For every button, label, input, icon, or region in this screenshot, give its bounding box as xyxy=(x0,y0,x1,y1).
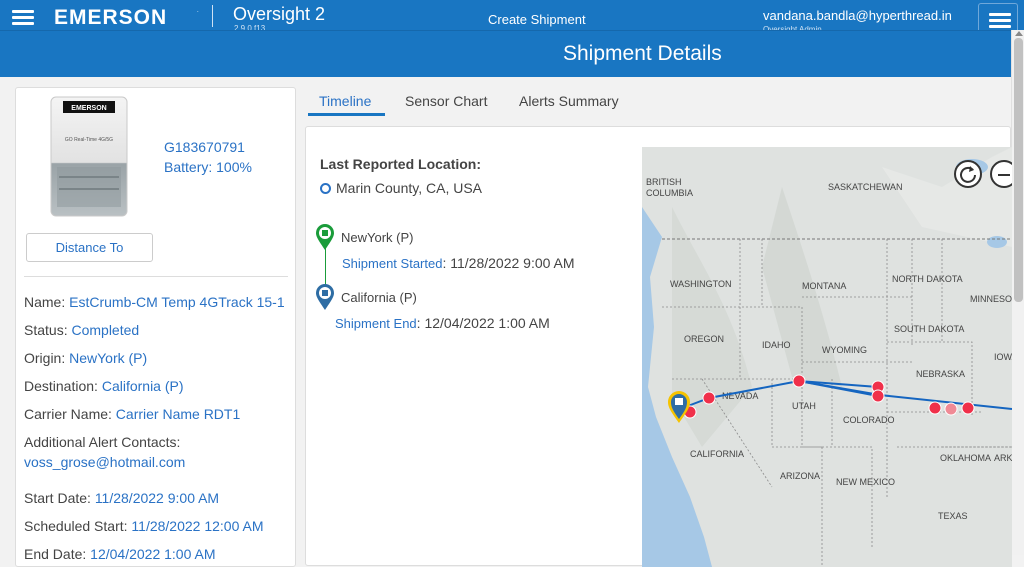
timeline-origin-place: NewYork (P) xyxy=(341,230,414,245)
create-shipment-link[interactable]: Create Shipment xyxy=(488,12,586,27)
brand-logo: EMERSON xyxy=(54,6,168,29)
map-canvas[interactable]: BRITISH COLUMBIASASKATCHEWANWASHINGTON MON… xyxy=(642,147,1012,567)
user-email[interactable]: vandana.bandla@hyperthread.in xyxy=(763,8,952,23)
app-name: Oversight 2 xyxy=(233,4,326,24)
refresh-icon[interactable] xyxy=(954,160,982,188)
detail-tabs: Timeline Sensor Chart Alerts Summary xyxy=(305,87,1011,119)
map-label-colorado: COLORADO xyxy=(843,415,895,425)
device-panel: EMERSON GO Real-Time 4G/5G G183670791 Ba… xyxy=(15,87,296,567)
last-location-value: Marin County, CA, USA xyxy=(336,180,483,196)
detail-row: Origin: NewYork (P) xyxy=(24,350,147,366)
detail-row: Name: EstCrumb-CM Temp 4GTrack 15-1 xyxy=(24,294,285,310)
map-label-nebraska: NEBRASKA xyxy=(916,369,965,379)
location-circle-icon xyxy=(320,183,331,194)
active-tab-indicator xyxy=(308,113,385,116)
detail-value: 11/28/2022 12:00 AM xyxy=(131,518,264,534)
tab-sensor-chart[interactable]: Sensor Chart xyxy=(405,93,487,109)
detail-row: Status: Completed xyxy=(24,322,139,338)
detail-row: Start Date: 11/28/2022 9:00 AM xyxy=(24,490,219,506)
map-label-utah: UTAH xyxy=(792,401,816,411)
detail-row: Scheduled Start: 11/28/2022 12:00 AM xyxy=(24,518,263,534)
detail-alert-contacts-label: Additional Alert Contacts: xyxy=(24,434,181,450)
map-label-iowa: IOWA xyxy=(994,352,1012,362)
scroll-up-icon[interactable] xyxy=(1015,31,1023,36)
detail-label: Status: xyxy=(24,322,72,338)
event-value: : 11/28/2022 9:00 AM xyxy=(442,255,575,271)
tab-timeline[interactable]: Timeline xyxy=(319,93,371,109)
page-header: Shipment Details xyxy=(0,30,1011,77)
map-label-oregon: OREGON xyxy=(684,334,724,344)
detail-value: 12/04/2022 1:00 AM xyxy=(90,546,216,562)
shipment-map[interactable]: BRITISH COLUMBIA SASKATCHEWAN WASHINGTON MON… xyxy=(642,147,1012,567)
map-label-california: CALIFORNIA xyxy=(690,449,744,459)
device-id[interactable]: G183670791 xyxy=(164,139,245,155)
timeline-destination-place: California (P) xyxy=(341,290,417,305)
vertical-scrollbar[interactable] xyxy=(1011,30,1024,555)
route-marker[interactable] xyxy=(944,402,958,416)
detail-label: Destination: xyxy=(24,378,102,394)
map-label-arizona: ARIZONA xyxy=(780,471,820,481)
battery-status: Battery: 100% xyxy=(164,159,252,175)
map-label-washington: WASHINGTON xyxy=(670,279,732,289)
detail-row: Carrier Name: Carrier Name RDT1 xyxy=(24,406,240,422)
detail-value: California (P) xyxy=(101,378,184,394)
detail-label: End Date: xyxy=(24,546,91,562)
brand-trademark: . xyxy=(197,8,199,14)
route-marker[interactable] xyxy=(871,389,885,403)
detail-value: Carrier Name RDT1 xyxy=(115,406,241,422)
page-title: Shipment Details xyxy=(563,42,722,65)
event-key: Shipment End xyxy=(335,316,417,331)
svg-text:GO Real-Time 4G/5G: GO Real-Time 4G/5G xyxy=(65,137,113,143)
detail-value: EstCrumb-CM Temp 4GTrack 15-1 xyxy=(69,294,285,310)
last-location-title: Last Reported Location: xyxy=(320,156,482,172)
user-menu-button[interactable] xyxy=(978,3,1018,30)
map-label-oklahoma: OKLAHOMA xyxy=(940,453,991,463)
map-label-south-dakota: SOUTH DAKOTA xyxy=(894,324,964,334)
map-label-montana: MONTANA xyxy=(802,281,846,291)
route-marker[interactable] xyxy=(792,374,806,388)
map-label-minnesota: MINNESOTA xyxy=(970,294,1012,304)
menu-icon xyxy=(989,13,1011,29)
detail-alert-contacts-value: voss_grose@hotmail.com xyxy=(24,454,186,470)
map-label-north-dakota: NORTH DAKOTA xyxy=(892,274,963,284)
building-icon xyxy=(316,224,334,250)
timeline-panel: Last Reported Location: Marin County, CA… xyxy=(305,126,1012,567)
detail-value: Completed xyxy=(71,322,140,338)
map-label-arkansas: ARKANSAS xyxy=(994,453,1012,463)
tab-alerts-summary[interactable]: Alerts Summary xyxy=(519,93,619,109)
scrollbar-thumb[interactable] xyxy=(1014,38,1023,302)
distance-to-button[interactable]: Distance To xyxy=(26,233,153,262)
device-image: EMERSON GO Real-Time 4G/5G xyxy=(50,96,128,217)
detail-row: Destination: California (P) xyxy=(24,378,184,394)
timeline-start-event: Shipment Started: 11/28/2022 9:00 AM xyxy=(342,255,575,271)
zoom-out-icon[interactable] xyxy=(990,160,1012,188)
timeline-end-event: Shipment End: 12/04/2022 1:00 AM xyxy=(335,315,550,331)
detail-label: Origin: xyxy=(24,350,70,366)
map-label-wyoming: WYOMING xyxy=(822,345,867,355)
divider xyxy=(24,276,288,277)
detail-label: Scheduled Start: xyxy=(24,518,132,534)
top-bar: EMERSON . Oversight 2 2.9.0.f13 Create S… xyxy=(0,0,1024,30)
event-key: Shipment Started xyxy=(342,256,443,271)
route-marker[interactable] xyxy=(961,401,975,415)
route-marker[interactable] xyxy=(928,401,942,415)
detail-row: End Date: 12/04/2022 1:00 AM xyxy=(24,546,215,562)
menu-icon[interactable] xyxy=(12,10,34,26)
detail-label: Name: xyxy=(24,294,70,310)
event-value: : 12/04/2022 1:00 AM xyxy=(416,315,550,331)
map-label-texas: TEXAS xyxy=(938,511,968,521)
map-label-saskatchewan: SASKATCHEWAN xyxy=(828,182,903,192)
map-label-new-mexico: NEW MEXICO xyxy=(836,477,895,487)
building-icon xyxy=(316,284,334,310)
brand-divider xyxy=(212,5,213,27)
detail-value: NewYork (P) xyxy=(69,350,148,366)
detail-value: 11/28/2022 9:00 AM xyxy=(94,490,220,506)
map-label-idaho: IDAHO xyxy=(762,340,791,350)
svg-text:EMERSON: EMERSON xyxy=(71,105,106,112)
route-marker[interactable] xyxy=(702,391,716,405)
detail-label: Carrier Name: xyxy=(24,406,116,422)
detail-label: Start Date: xyxy=(24,490,95,506)
